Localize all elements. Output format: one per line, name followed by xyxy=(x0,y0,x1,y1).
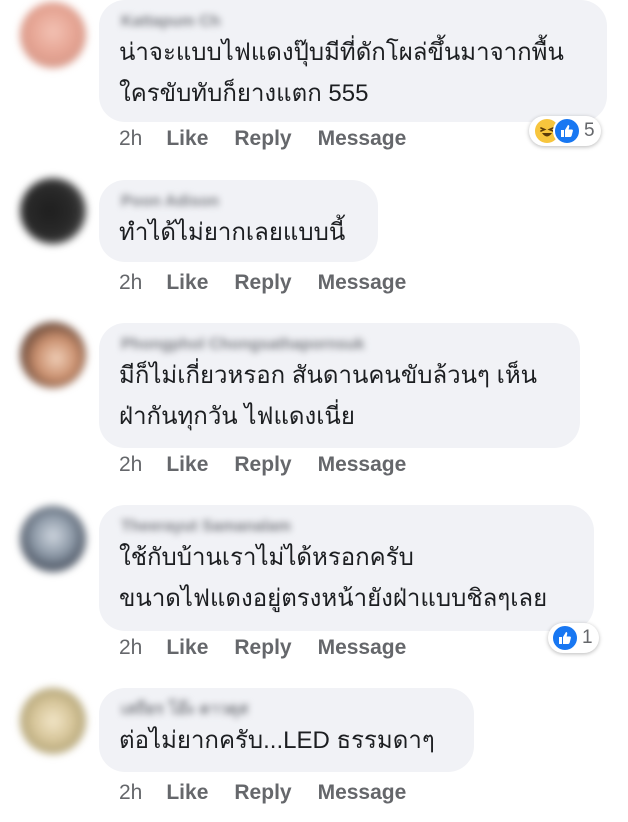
reaction-summary[interactable]: 5 xyxy=(529,116,601,146)
comment-actions: 2h Like Reply Message xyxy=(119,636,432,660)
reply-button[interactable]: Reply xyxy=(234,636,291,659)
comment-actions: 2h Like Reply Message xyxy=(119,271,432,295)
comment-text-line: มีก็ไม่เกี่ยวหรอก สันดานคนขับล้วนๆ เห็น xyxy=(119,362,538,389)
comment-actions: 2h Like Reply Message xyxy=(119,127,432,151)
comment-author[interactable]: Theerayut Samanalam xyxy=(121,517,291,537)
comment-timestamp[interactable]: 2h xyxy=(119,636,142,659)
message-button[interactable]: Message xyxy=(318,781,407,804)
comment-thread: Kattapum Ch น่าจะแบบไฟแดงปุ๊บมีที่ดักโผล… xyxy=(0,0,628,822)
like-button[interactable]: Like xyxy=(166,271,208,294)
comment-timestamp[interactable]: 2h xyxy=(119,781,142,804)
reply-button[interactable]: Reply xyxy=(234,453,291,476)
avatar[interactable] xyxy=(20,506,86,572)
message-button[interactable]: Message xyxy=(318,127,407,150)
comment-bubble: Poon Adison ทำได้ไม่ยากเลยแบบนี้ xyxy=(99,180,378,262)
like-button[interactable]: Like xyxy=(166,127,208,150)
comment-author[interactable]: เสถียร โอ๊ะ ดาวดุส xyxy=(121,700,248,720)
reaction-count: 5 xyxy=(584,120,595,141)
comment-author[interactable]: Poon Adison xyxy=(121,192,219,212)
comment-timestamp[interactable]: 2h xyxy=(119,271,142,294)
avatar[interactable] xyxy=(20,688,86,754)
message-button[interactable]: Message xyxy=(318,271,407,294)
like-button[interactable]: Like xyxy=(166,781,208,804)
comment-text-line: ฝ่ากันทุกวัน ไฟแดงเนี่ย xyxy=(119,403,355,430)
comment-bubble: Kattapum Ch น่าจะแบบไฟแดงปุ๊บมีที่ดักโผล… xyxy=(99,0,607,122)
comment-text-line: ขนาดไฟแดงอยู่ตรงหน้ายังฝ่าแบบชิลๆเลย xyxy=(119,585,548,612)
message-button[interactable]: Message xyxy=(318,636,407,659)
comment-bubble: เสถียร โอ๊ะ ดาวดุส ต่อไม่ยากครับ...LED ธ… xyxy=(99,688,474,772)
comment-actions: 2h Like Reply Message xyxy=(119,453,432,477)
comment-bubble: Theerayut Samanalam ใช้กับบ้านเราไม่ได้ห… xyxy=(99,505,594,631)
comment-timestamp[interactable]: 2h xyxy=(119,127,142,150)
comment-text-line: ใช้กับบ้านเราไม่ได้หรอกครับ xyxy=(119,544,414,571)
avatar[interactable] xyxy=(20,178,86,244)
comment-text-line: น่าจะแบบไฟแดงปุ๊บมีที่ดักโผล่ขึ้นมาจากพื… xyxy=(119,39,564,66)
reply-button[interactable]: Reply xyxy=(234,127,291,150)
reply-button[interactable]: Reply xyxy=(234,271,291,294)
reaction-count: 1 xyxy=(582,627,593,648)
like-button[interactable]: Like xyxy=(166,636,208,659)
avatar[interactable] xyxy=(20,322,86,388)
comment-text-line: ต่อไม่ยากครับ...LED ธรรมดาๆ xyxy=(119,727,435,754)
comment-author[interactable]: Phongphol Chongsathapornsuk xyxy=(121,335,365,355)
comment-actions: 2h Like Reply Message xyxy=(119,781,432,805)
reply-button[interactable]: Reply xyxy=(234,781,291,804)
comment-text-line: ใครขับทับก็ยางแตก 555 xyxy=(119,80,369,107)
comment-text-line: ทำได้ไม่ยากเลยแบบนี้ xyxy=(119,219,346,246)
comment-bubble: Phongphol Chongsathapornsuk มีก็ไม่เกี่ย… xyxy=(99,323,580,448)
message-button[interactable]: Message xyxy=(318,453,407,476)
like-button[interactable]: Like xyxy=(166,453,208,476)
like-icon xyxy=(553,117,581,145)
reaction-summary[interactable]: 1 xyxy=(548,623,599,653)
like-icon xyxy=(551,624,579,652)
avatar[interactable] xyxy=(20,2,86,68)
comment-author[interactable]: Kattapum Ch xyxy=(121,12,221,32)
comment-timestamp[interactable]: 2h xyxy=(119,453,142,476)
